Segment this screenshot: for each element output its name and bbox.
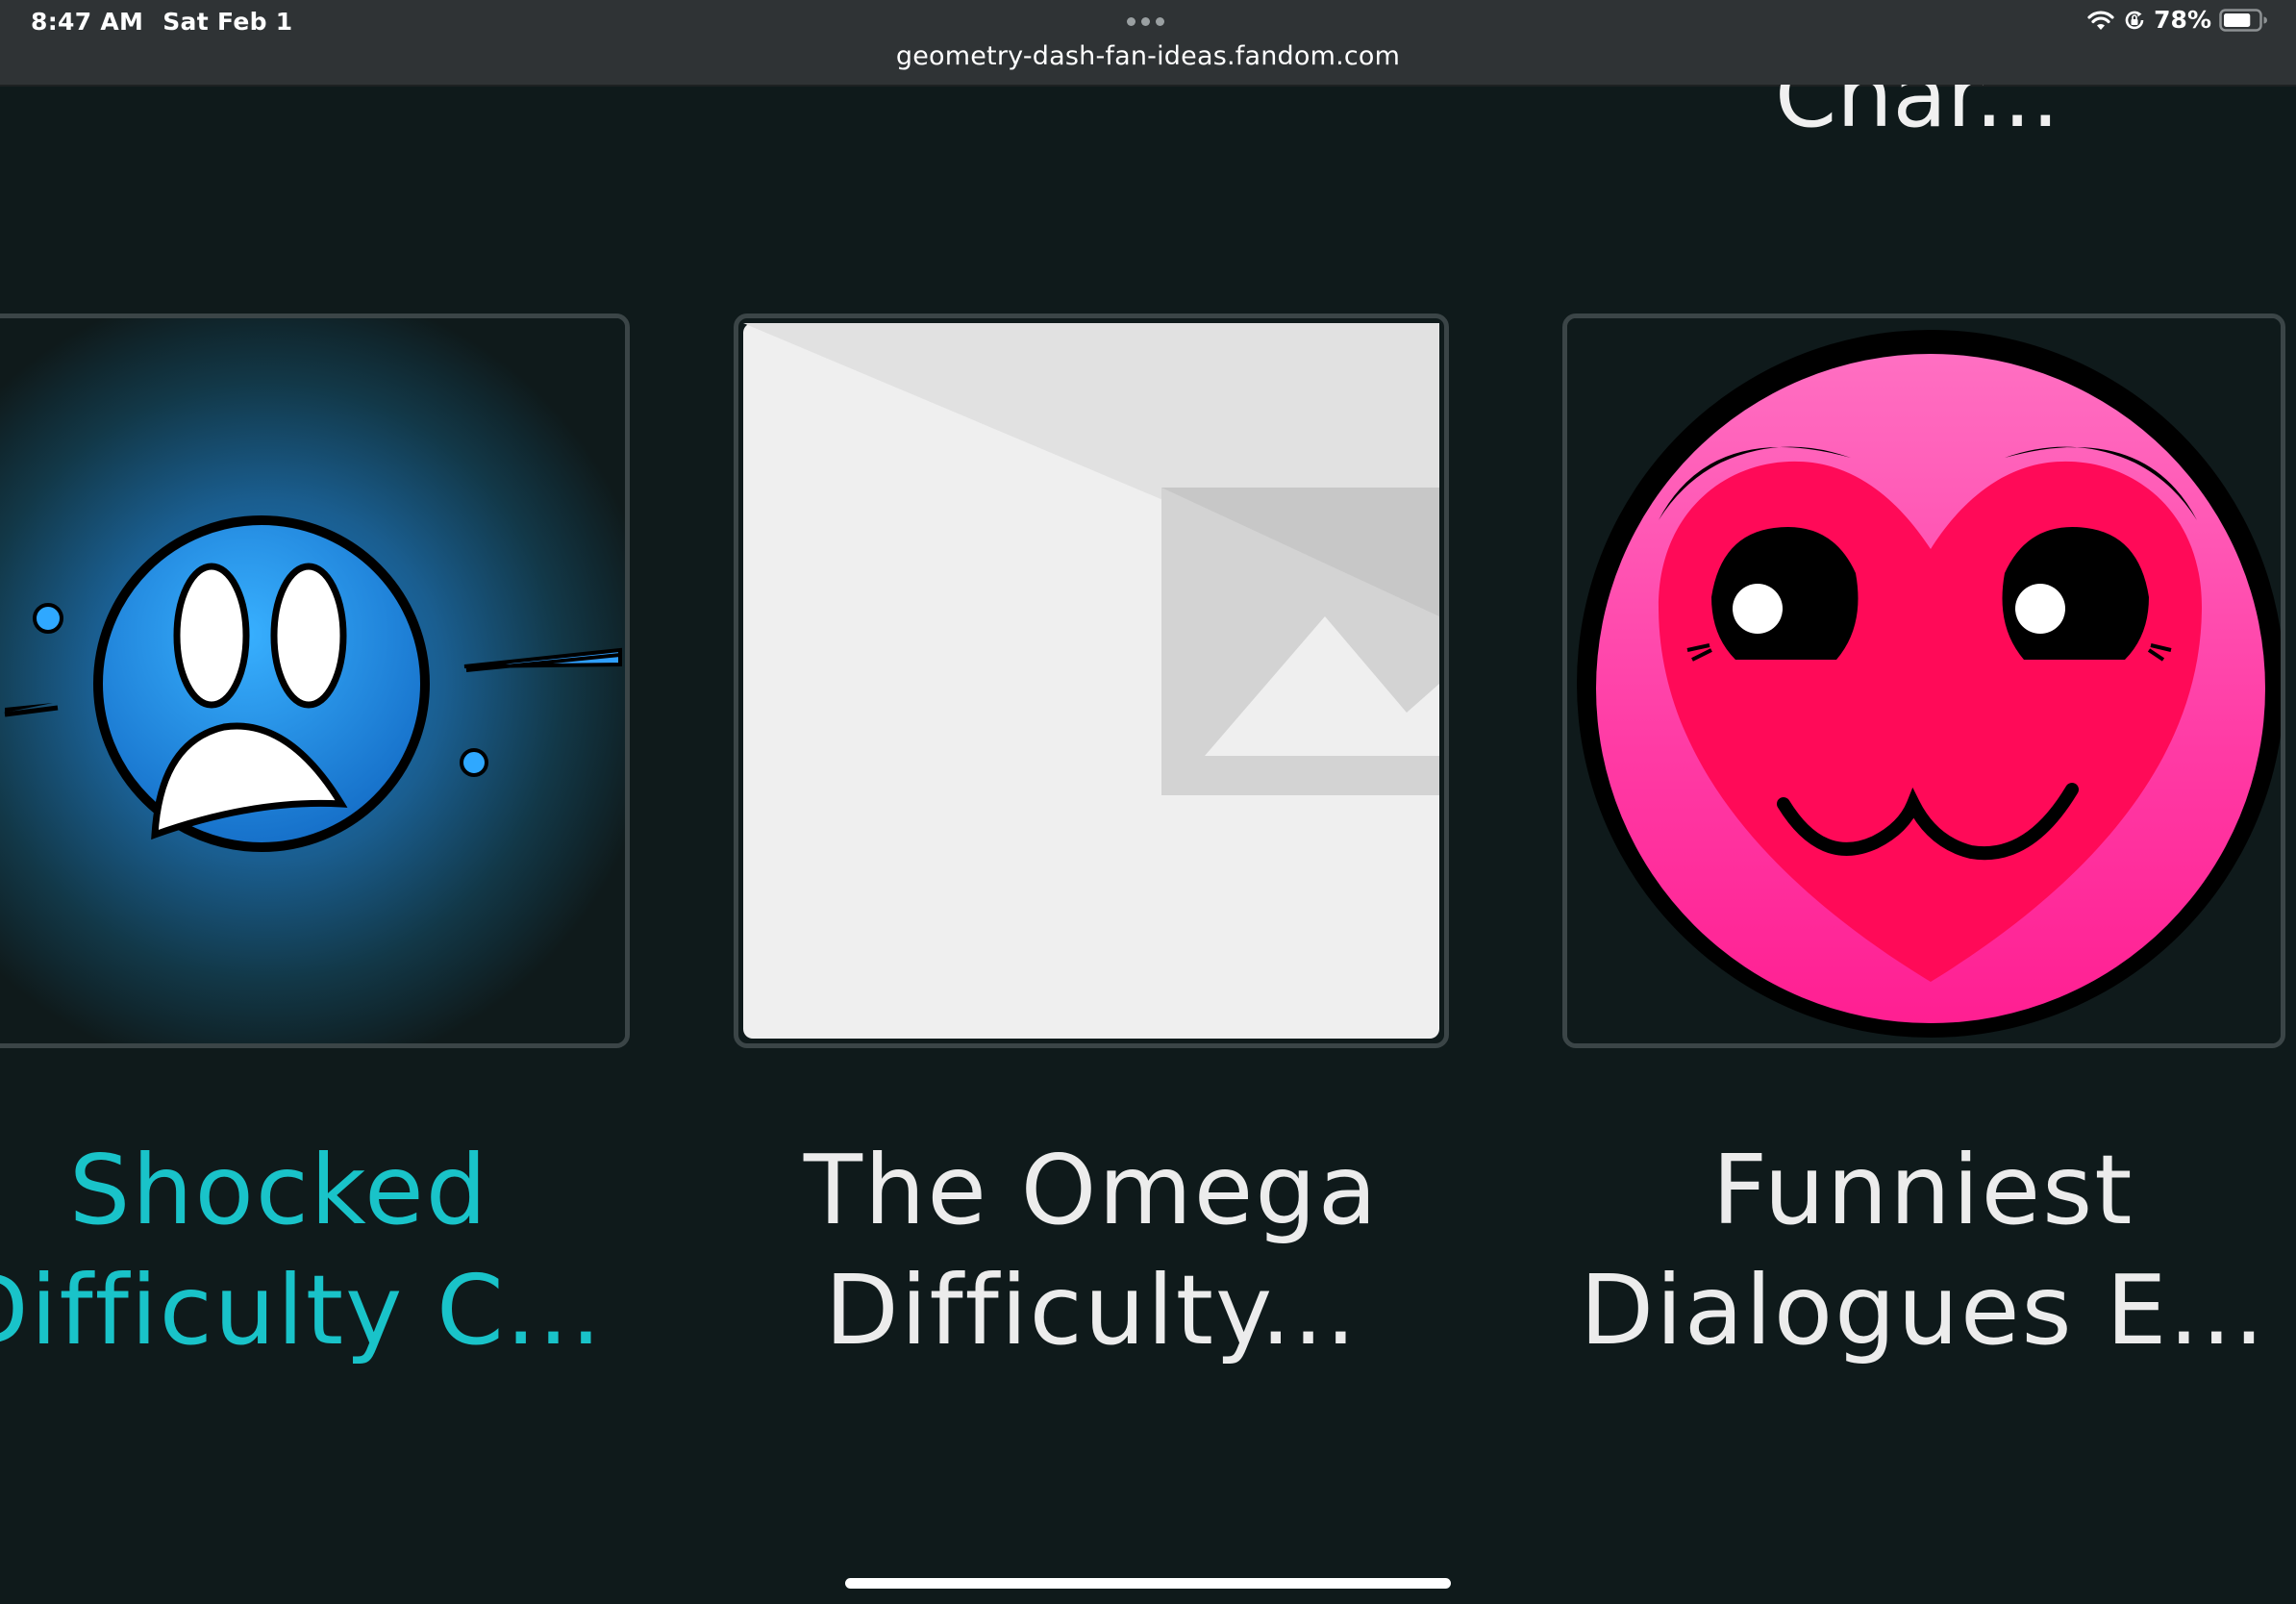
status-indicators: 78% (2086, 6, 2267, 34)
card-title-line2: Dialogues E... (1580, 1254, 2266, 1366)
battery-icon (2219, 8, 2267, 32)
status-clock: 8:47 AM Sat Feb 1 (31, 8, 292, 36)
orientation-lock-icon (2125, 11, 2144, 29)
status-time: 8:47 AM (31, 8, 144, 36)
card-image-shocked[interactable] (0, 313, 630, 1048)
browser-top-bar: 8:47 AM Sat Feb 1 geometry-dash-fan-ideas… (0, 0, 2296, 87)
partial-card-title[interactable]: Char... (1731, 85, 2115, 152)
partial-card-title-text: Char... (1775, 85, 2060, 147)
card-image-funniest[interactable] (1562, 313, 2285, 1048)
page: 8:47 AM Sat Feb 1 geometry-dash-fan-ideas… (0, 0, 2296, 1604)
card-title-shocked[interactable]: Shocked Difficulty C... (0, 1130, 663, 1370)
status-date: Sat Feb 1 (162, 8, 293, 36)
card-title-line2: Difficulty... (824, 1254, 1359, 1366)
card-title-line2: Difficulty C... (0, 1254, 604, 1366)
wifi-icon (2087, 10, 2114, 30)
battery-percent: 78% (2154, 6, 2211, 34)
card-title-omega[interactable]: The Omega Difficulty... (707, 1130, 1476, 1370)
card-title-line1: Shocked (68, 1134, 489, 1246)
card-title-line1: Funniest (1711, 1134, 2134, 1246)
address-bar-url[interactable]: geometry-dash-fan-ideas.fandom.com (0, 41, 2296, 71)
placeholder-image-icon (738, 318, 1444, 1043)
card-title-funniest[interactable]: Funniest Dialogues E... (1538, 1130, 2296, 1370)
more-dots-icon[interactable] (1127, 17, 1164, 26)
card-image-omega[interactable] (734, 313, 1449, 1048)
shocked-face-icon (0, 318, 625, 1043)
home-indicator[interactable] (845, 1578, 1451, 1589)
card-title-line1: The Omega (803, 1134, 1380, 1246)
pink-heart-face-icon (1567, 318, 2281, 1043)
